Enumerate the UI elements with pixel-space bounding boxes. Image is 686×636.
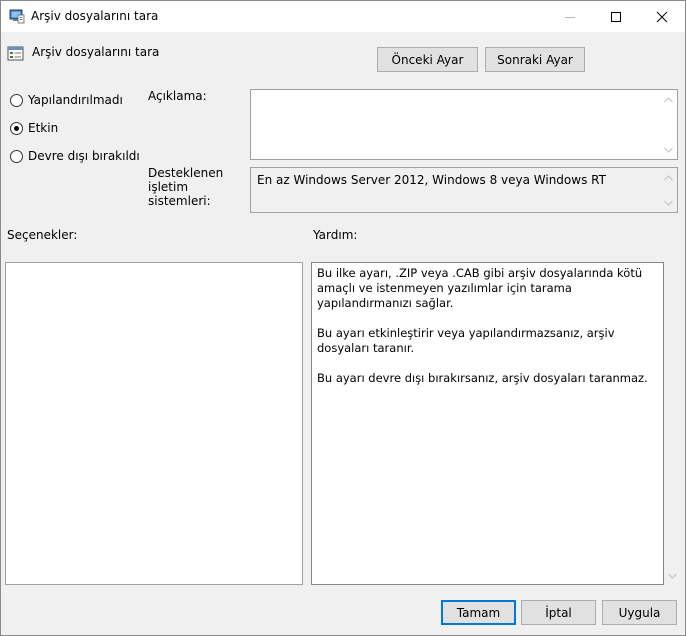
radio-circle-enabled[interactable] — [10, 121, 23, 135]
minimize-icon — [565, 16, 575, 18]
help-paragraph: Bu ayarı etkinleştirir veya yapılandırma… — [317, 326, 615, 355]
radio-label-disabled: Devre dışı bırakıldı — [28, 149, 140, 163]
next-setting-button[interactable]: Sonraki Ayar — [485, 47, 585, 72]
help-text: Bu ilke ayarı, .ZIP veya .CAB gibi arşiv… — [317, 266, 657, 401]
supported-os-value: En az Windows Server 2012, Windows 8 vey… — [257, 173, 606, 187]
os-scrollbar[interactable] — [660, 168, 677, 212]
scroll-up-icon[interactable] — [664, 175, 673, 181]
policy-dialog-window: Arşiv dosyalarını tara Arşiv dosyalarını… — [0, 0, 686, 636]
radio-label-enabled: Etkin — [28, 121, 59, 135]
help-panel[interactable]: Bu ilke ayarı, .ZIP veya .CAB gibi arşiv… — [311, 262, 664, 585]
maximize-icon — [611, 11, 621, 22]
radio-enabled[interactable]: Etkin — [10, 121, 58, 135]
supported-os-field: En az Windows Server 2012, Windows 8 vey… — [250, 167, 678, 213]
help-paragraph: Bu ayarı devre dışı bırakırsanız, arşiv … — [317, 371, 648, 385]
description-scrollbar[interactable] — [660, 90, 677, 159]
previous-setting-button[interactable]: Önceki Ayar — [377, 47, 478, 72]
title-bar[interactable]: Arşiv dosyalarını tara — [1, 1, 685, 32]
policy-editor-icon — [9, 9, 25, 24]
minimize-button[interactable] — [547, 1, 593, 32]
close-button[interactable] — [639, 1, 685, 32]
description-label: Açıklama: — [148, 89, 207, 103]
radio-circle-not-configured[interactable] — [10, 93, 23, 107]
ok-button[interactable]: Tamam — [441, 600, 516, 625]
scroll-up-icon[interactable] — [664, 97, 673, 103]
cancel-button[interactable]: İptal — [521, 600, 596, 625]
close-icon — [656, 11, 668, 22]
help-paragraph: Bu ilke ayarı, .ZIP veya .CAB gibi arşiv… — [317, 266, 643, 310]
scroll-down-icon[interactable] — [668, 573, 677, 579]
radio-not-configured[interactable]: Yapılandırılmadı — [10, 93, 123, 107]
supported-os-label: Desteklenen işletim sistemleri: — [148, 166, 224, 208]
scroll-down-icon[interactable] — [664, 147, 673, 153]
setting-title: Arşiv dosyalarını tara — [32, 45, 160, 59]
apply-button[interactable]: Uygula — [602, 600, 677, 625]
description-field[interactable] — [250, 89, 678, 160]
help-label: Yardım: — [313, 228, 358, 242]
options-panel — [5, 262, 303, 585]
radio-disabled[interactable]: Devre dışı bırakıldı — [10, 149, 140, 163]
policy-setting-icon — [7, 46, 24, 61]
window-title: Arşiv dosyalarını tara — [31, 9, 159, 23]
scroll-down-icon[interactable] — [664, 200, 673, 206]
radio-label-not-configured: Yapılandırılmadı — [28, 93, 123, 107]
radio-circle-disabled[interactable] — [10, 149, 23, 163]
options-label: Seçenekler: — [7, 228, 78, 242]
maximize-button[interactable] — [593, 1, 639, 32]
